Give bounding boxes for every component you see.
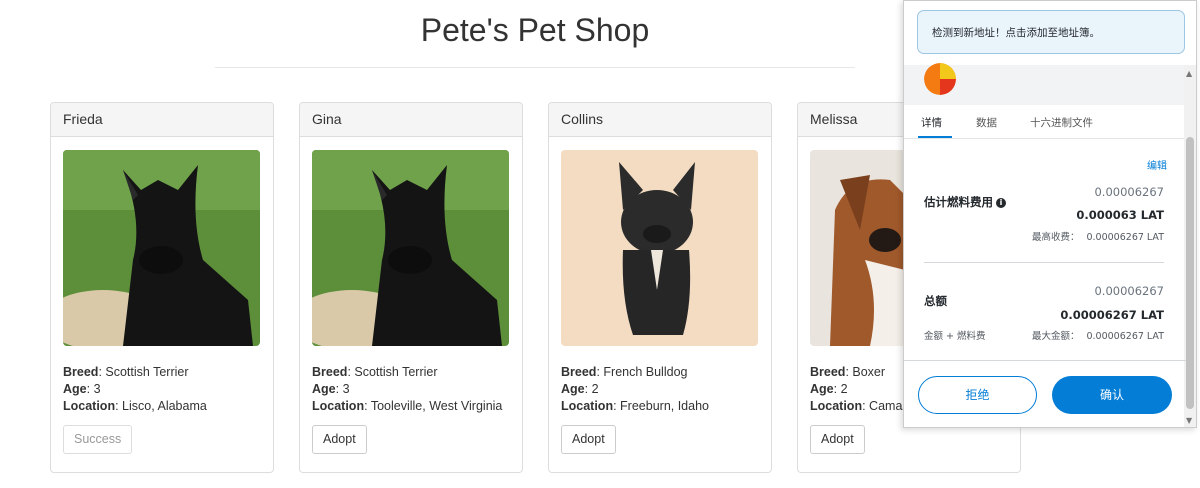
pet-card-collins: Collins Breed: French Bulldog Age: 2 Loc… — [548, 102, 772, 473]
age-label: Age — [810, 382, 834, 396]
age-label: Age — [312, 382, 336, 396]
scroll-down-icon[interactable]: ▼ — [1186, 416, 1192, 425]
origin-avatar-icon — [924, 63, 956, 95]
age-value: 2 — [840, 382, 848, 396]
location-value: Lisco, Alabama — [122, 399, 207, 413]
tab-data[interactable]: 数据 — [976, 115, 997, 130]
breed-value: French Bulldog — [603, 365, 688, 379]
adopt-button[interactable]: Adopt — [810, 425, 865, 454]
breed-label: Breed — [63, 365, 99, 379]
age-label: Age — [63, 382, 87, 396]
adopt-button[interactable]: Adopt — [561, 425, 616, 454]
scrollbar[interactable]: ▲ ▼ — [1184, 65, 1196, 427]
pet-name: Frieda — [51, 103, 273, 137]
gas-fee-label: 估计燃料费用 i — [924, 194, 1006, 210]
pet-name: Collins — [549, 103, 771, 137]
gas-fee-label-text: 估计燃料费用 — [924, 195, 993, 209]
breed-value: Boxer — [852, 365, 886, 379]
pet-card-frieda: Frieda Breed: Scottish Terrier Age: 3 Lo… — [50, 102, 274, 473]
adopt-button[interactable]: Adopt — [312, 425, 367, 454]
scroll-up-icon[interactable]: ▲ — [1186, 69, 1192, 78]
tab-hex[interactable]: 十六进制文件 — [1030, 115, 1093, 130]
pet-name: Gina — [300, 103, 522, 137]
title-divider — [215, 67, 855, 68]
scroll-thumb[interactable] — [1186, 137, 1194, 409]
age-value: 3 — [342, 382, 350, 396]
total-max-label: 最大金额： — [1031, 331, 1080, 342]
location-value: Tooleville, West Virginia — [370, 399, 503, 413]
total-max-value: 0.00006267 LAT — [1086, 331, 1164, 342]
gas-fee-value: 0.00006267 — [1094, 185, 1164, 199]
footer-divider — [904, 360, 1186, 361]
age-value: 2 — [591, 382, 599, 396]
total-value-bold: 0.00006267 LAT — [1060, 308, 1164, 322]
total-max-amount: 最大金额： 0.00006267 LAT — [1032, 328, 1164, 342]
tab-details[interactable]: 详情 — [921, 115, 942, 130]
location-value: Freeburn, Idaho — [620, 399, 709, 413]
age-value: 3 — [93, 382, 101, 396]
adopt-button[interactable]: Success — [63, 425, 133, 454]
pet-photo — [561, 150, 758, 346]
location-label: Location — [561, 399, 614, 413]
active-tab-indicator — [918, 136, 952, 138]
location-label: Location — [810, 399, 863, 413]
total-value: 0.00006267 — [1094, 284, 1164, 298]
gas-max-label: 最高收费： — [1031, 232, 1080, 243]
page-title: Pete's Pet Shop — [420, 12, 650, 48]
section-divider — [924, 262, 1164, 263]
edit-link[interactable]: 编辑 — [1147, 157, 1167, 172]
breed-label: Breed — [561, 365, 597, 379]
pet-card-gina: Gina Breed: Scottish Terrier Age: 3 Loca… — [299, 102, 523, 473]
breed-label: Breed — [810, 365, 846, 379]
location-label: Location — [63, 399, 116, 413]
details-tabs: 详情 数据 十六进制文件 — [904, 105, 1186, 139]
breed-label: Breed — [312, 365, 348, 379]
total-sub-label: 金额 + 燃料费 — [924, 331, 986, 342]
gas-max-fee: 最高收费： 0.00006267 LAT — [1032, 229, 1164, 243]
wallet-popup: 检测到新地址！点击添加至地址簿。 详情 数据 十六进制文件 ▲ ▼ 编辑 估计燃… — [903, 0, 1197, 428]
total-label: 总额 — [924, 294, 947, 308]
age-label: Age — [561, 382, 585, 396]
pet-photo — [312, 150, 509, 346]
location-label: Location — [312, 399, 365, 413]
new-address-notice[interactable]: 检测到新地址！点击添加至地址簿。 — [917, 10, 1185, 54]
gas-fee-value-bold: 0.000063 LAT — [1076, 208, 1164, 222]
breed-value: Scottish Terrier — [105, 365, 189, 379]
confirm-button[interactable]: 确认 — [1052, 376, 1172, 414]
breed-value: Scottish Terrier — [354, 365, 438, 379]
reject-button[interactable]: 拒绝 — [918, 376, 1037, 414]
pet-photo — [63, 150, 260, 346]
gas-max-value: 0.00006267 LAT — [1086, 232, 1164, 243]
info-icon[interactable]: i — [996, 198, 1006, 208]
